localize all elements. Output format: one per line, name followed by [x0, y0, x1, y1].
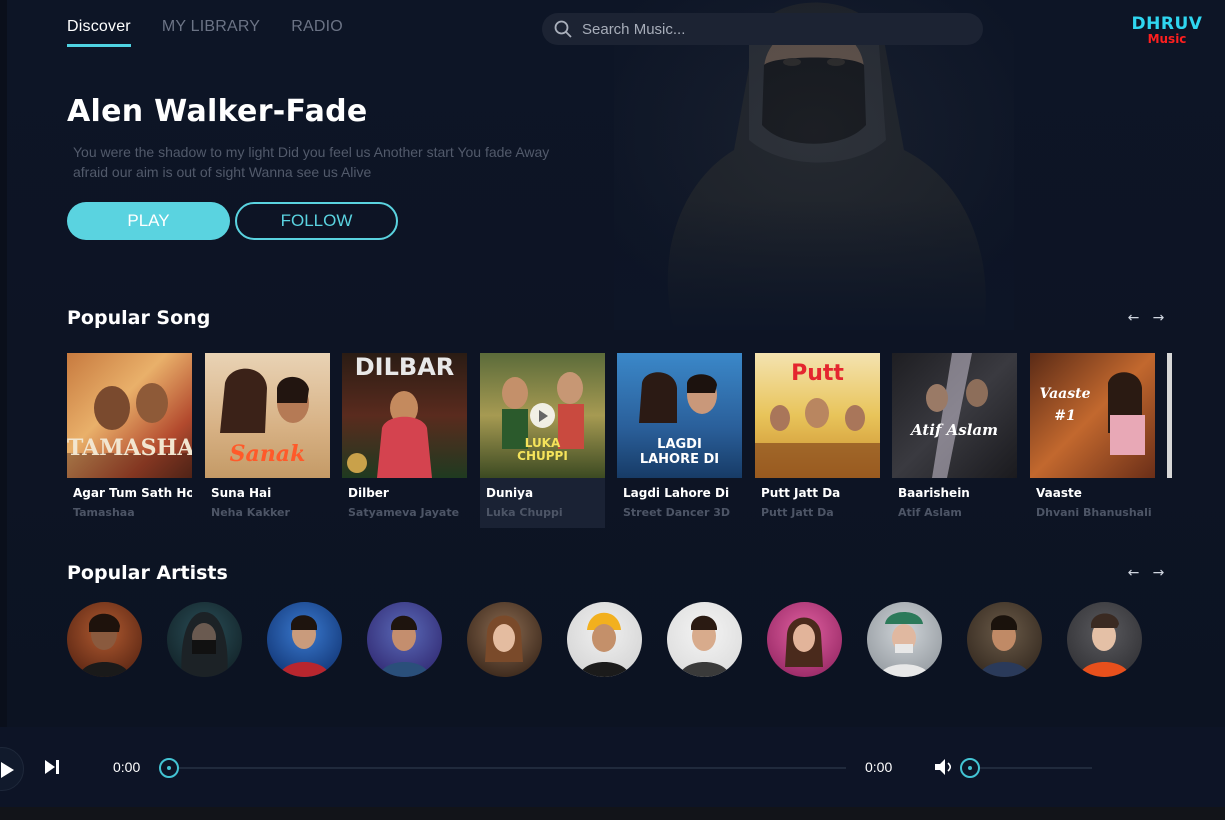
- album-cover: Atif Aslam: [892, 353, 1017, 478]
- progress-knob[interactable]: [159, 758, 179, 778]
- song-card[interactable]: Atif Aslam Baarishein Atif Aslam: [892, 353, 1017, 528]
- popular-artists-list: [67, 602, 1167, 678]
- artist-avatar[interactable]: [467, 602, 542, 677]
- artist-avatar[interactable]: [367, 602, 442, 677]
- volume-knob[interactable]: [960, 758, 980, 778]
- popular-artists-arrows: ← →: [1125, 565, 1167, 581]
- song-card[interactable]: LAGDI LAHORE DI Lagdi Lahore Di Street D…: [617, 353, 742, 528]
- song-title: Duniya: [486, 486, 534, 500]
- arrow-right-icon[interactable]: →: [1150, 565, 1167, 581]
- cover-text: Sanak: [229, 441, 306, 467]
- app-window: Discover MY LIBRARY RADIO DHRUV Music Al…: [0, 0, 1225, 820]
- song-subtitle: Dhvani Bhanushali: [1036, 506, 1152, 519]
- song-subtitle: Satyameva Jayate: [348, 506, 460, 519]
- main-panel: Discover MY LIBRARY RADIO DHRUV Music Al…: [7, 0, 1225, 727]
- tab-radio[interactable]: RADIO: [291, 18, 343, 47]
- album-cover: Vaaste #1: [1030, 353, 1155, 478]
- hero-artist-image: [614, 0, 1014, 330]
- popular-songs-arrows: ← →: [1125, 310, 1167, 326]
- song-title: Agar Tum Sath Ho: [73, 486, 192, 500]
- cover-art: [926, 353, 988, 478]
- song-card[interactable]: Vaaste #1 Vaaste Dhvani Bhanushali: [1030, 353, 1155, 528]
- artist-avatar[interactable]: [1067, 602, 1142, 677]
- song-title: Baarishein: [898, 486, 970, 500]
- cover-text: LAGDI LAHORE DI: [639, 437, 720, 467]
- volume-track[interactable]: [970, 767, 1092, 769]
- arrow-left-icon[interactable]: ←: [1125, 565, 1142, 581]
- song-title: Putt Jatt Da: [761, 486, 841, 500]
- song-subtitle: Street Dancer 3D: [623, 506, 731, 519]
- cover-text: Vaaste #1: [1039, 386, 1091, 424]
- skip-next-icon[interactable]: [44, 759, 60, 775]
- popular-songs-title: Popular Song: [67, 307, 211, 329]
- song-title: Vaaste: [1036, 486, 1082, 500]
- search-bar: [542, 13, 983, 45]
- duration-time: 0:00: [865, 759, 893, 775]
- brand-logo: DHRUV Music: [1131, 14, 1203, 46]
- song-subtitle: Luka Chuppi: [486, 506, 563, 519]
- song-title: Dilber: [348, 486, 389, 500]
- popular-songs-list: TAMASHA Agar Tum Sath Ho Tamashaa Sanak …: [67, 353, 1172, 528]
- artist-avatar[interactable]: [567, 602, 642, 677]
- cover-text: DILBAR: [354, 353, 455, 381]
- album-cover: TAMASHA: [67, 353, 192, 478]
- song-title: Suna Hai: [211, 486, 272, 500]
- song-subtitle: Atif Aslam: [898, 506, 962, 519]
- progress-track[interactable]: [168, 767, 846, 769]
- album-cover: Sanak: [205, 353, 330, 478]
- song-card[interactable]: Sanak Suna Hai Neha Kakker: [205, 353, 330, 528]
- search-icon[interactable]: [554, 20, 572, 38]
- play-overlay-icon[interactable]: [530, 403, 555, 428]
- song-card[interactable]: TAMASHA Agar Tum Sath Ho Tamashaa: [67, 353, 192, 528]
- artist-avatar[interactable]: [667, 602, 742, 677]
- artist-avatar[interactable]: [967, 602, 1042, 677]
- play-icon: [1, 762, 14, 778]
- hero-title: Alen Walker-Fade: [67, 94, 368, 129]
- play-pause-button[interactable]: [0, 747, 24, 791]
- artist-avatar[interactable]: [67, 602, 142, 677]
- cover-text: TAMASHA: [67, 435, 192, 461]
- song-card[interactable]: Putt Putt Jatt Da Putt Jatt Da: [755, 353, 880, 528]
- album-cover: DILBAR: [342, 353, 467, 478]
- footer-strip: [0, 807, 1225, 820]
- artist-avatar[interactable]: [767, 602, 842, 677]
- cover-text: Atif Aslam: [910, 421, 999, 439]
- song-subtitle: Tamashaa: [73, 506, 135, 519]
- main-nav: Discover MY LIBRARY RADIO: [67, 18, 343, 47]
- arrow-left-icon[interactable]: ←: [1125, 310, 1142, 326]
- player-bar: 0:00 0:00: [0, 727, 1225, 807]
- song-card-partial[interactable]: [1167, 353, 1172, 528]
- popular-artists-title: Popular Artists: [67, 562, 228, 584]
- search-input[interactable]: [582, 20, 962, 38]
- song-card[interactable]: DILBAR Dilber Satyameva Jayate: [342, 353, 467, 528]
- volume-icon[interactable]: [934, 758, 954, 776]
- song-subtitle: Putt Jatt Da: [761, 506, 834, 519]
- hero-lyrics: You were the shadow to my light Did you …: [73, 144, 550, 180]
- album-cover: LAGDI LAHORE DI: [617, 353, 742, 478]
- brand-subtitle: Music: [1147, 32, 1187, 46]
- album-cover: LUKA CHUPPI: [480, 353, 605, 478]
- song-card[interactable]: LUKA CHUPPI Duniya Luka Chuppi: [480, 353, 605, 528]
- artist-avatar[interactable]: [867, 602, 942, 677]
- song-title: Lagdi Lahore Di: [623, 486, 730, 500]
- album-cover: [1167, 353, 1172, 478]
- cover-text: Putt: [791, 361, 844, 386]
- artist-avatar[interactable]: [267, 602, 342, 677]
- current-time: 0:00: [113, 759, 141, 775]
- tab-my-library[interactable]: MY LIBRARY: [162, 18, 260, 47]
- tab-discover[interactable]: Discover: [67, 18, 131, 47]
- arrow-right-icon[interactable]: →: [1150, 310, 1167, 326]
- left-edge: [0, 0, 7, 727]
- song-subtitle: Neha Kakker: [211, 506, 290, 519]
- brand-name: DHRUV: [1131, 14, 1203, 34]
- follow-button[interactable]: FOLLOW: [235, 202, 398, 240]
- album-cover: Putt: [755, 353, 880, 478]
- play-button[interactable]: PLAY: [67, 202, 230, 240]
- cover-text: LUKA CHUPPI: [517, 436, 568, 463]
- artist-avatar[interactable]: [167, 602, 242, 677]
